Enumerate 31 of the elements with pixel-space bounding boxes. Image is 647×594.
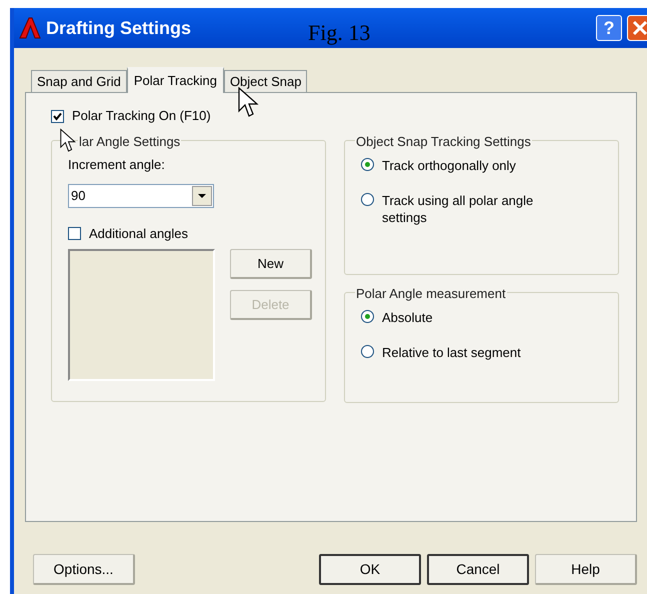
- radio-button[interactable]: [361, 158, 374, 171]
- radio-label: Track orthogonally only: [382, 157, 517, 174]
- app-logo-icon: [18, 16, 42, 40]
- tab[interactable]: Polar Tracking: [126, 67, 224, 93]
- radio-button[interactable]: [361, 345, 374, 358]
- help-button[interactable]: ?: [596, 15, 622, 41]
- tab[interactable]: Object Snap: [224, 70, 308, 92]
- button[interactable]: Help: [535, 554, 637, 585]
- button[interactable]: New: [230, 249, 312, 279]
- radio-label: Track using all polar angle settings: [382, 192, 534, 226]
- cursor-icon: [60, 128, 77, 154]
- dropdown-value: 90: [70, 186, 86, 205]
- field-label: Increment angle:: [68, 156, 166, 174]
- radio-button[interactable]: [361, 193, 374, 206]
- angles-list[interactable]: [68, 249, 215, 381]
- radio-button[interactable]: [361, 310, 374, 323]
- button[interactable]: Cancel: [427, 554, 529, 585]
- figure-caption: Fig. 13: [308, 19, 370, 47]
- checkbox[interactable]: [51, 110, 64, 122]
- tab[interactable]: Snap and Grid: [31, 70, 127, 92]
- close-icon[interactable]: [627, 15, 647, 41]
- checkbox-label: Additional angles: [89, 224, 188, 243]
- radio-label: Relative to last segment: [382, 344, 522, 361]
- increment-angle-dropdown[interactable]: 90: [68, 184, 214, 208]
- window-title: Drafting Settings: [46, 16, 192, 40]
- cursor-icon: [238, 87, 260, 119]
- radio-label: Absolute: [382, 309, 434, 326]
- button[interactable]: OK: [319, 554, 421, 585]
- checkbox[interactable]: [68, 226, 81, 240]
- checkbox-label: Polar Tracking On (F10): [72, 107, 211, 126]
- button[interactable]: Options...: [33, 554, 135, 585]
